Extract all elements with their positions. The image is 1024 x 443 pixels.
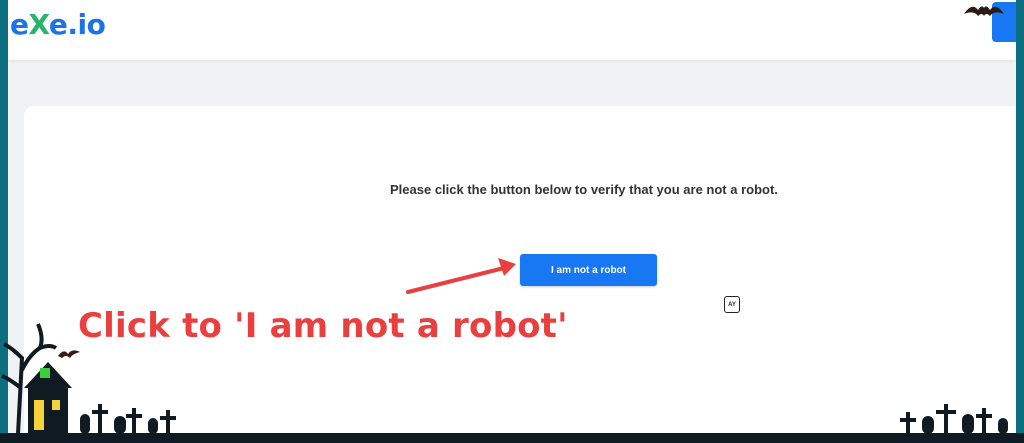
graveyard-icon — [900, 404, 1008, 434]
not-robot-button[interactable]: I am not a robot — [520, 254, 657, 286]
site-header: eXe.io — [8, 0, 1016, 60]
graveyard-icon — [80, 404, 176, 434]
logo-suffix: e.io — [48, 8, 106, 41]
page-frame: eXe.io Please click the button below to … — [8, 0, 1016, 443]
logo-prefix: e — [10, 8, 29, 41]
ground-strip — [0, 433, 1024, 443]
verify-message: Please click the button below to verify … — [390, 182, 778, 197]
annotation-text: Click to 'I am not a robot' — [78, 306, 568, 346]
site-logo[interactable]: eXe.io — [10, 8, 106, 41]
bat-icon — [964, 6, 1004, 16]
logo-x: X — [28, 8, 50, 41]
translate-icon[interactable]: AY — [724, 296, 740, 313]
arrow-icon — [406, 258, 516, 294]
